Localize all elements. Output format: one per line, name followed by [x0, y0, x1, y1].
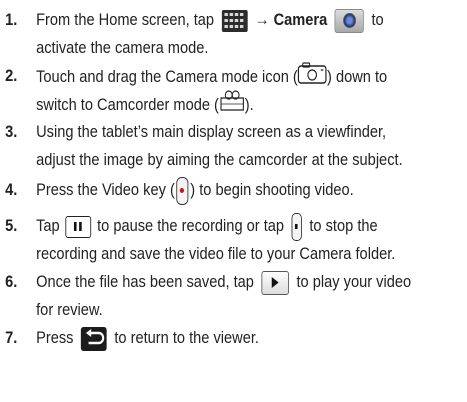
step-text: Press [36, 328, 74, 347]
pause-icon [65, 215, 92, 238]
step-number: 5. [5, 216, 18, 235]
step-text: Once the file has been saved, tap [36, 272, 254, 291]
play-icon [261, 270, 289, 295]
step-text: Press the Video key ( [36, 180, 175, 199]
step-text: activate the camera mode. [36, 38, 209, 57]
step-text: ). [244, 94, 254, 114]
camera-app-label: Camera [273, 10, 328, 29]
step-text: recording and save the video file to you… [36, 244, 396, 263]
apps-grid-icon [221, 9, 248, 32]
step-text: to stop the [309, 216, 378, 235]
step-text: to [371, 10, 384, 29]
arrow-glyph: → [254, 10, 270, 29]
step-text: ) to begin shooting video. [190, 180, 354, 199]
step-text: to pause the recording or tap [97, 216, 285, 235]
step-text: adjust the image by aiming the camcorder… [36, 150, 403, 169]
step-text: From the Home screen, tap [36, 10, 215, 29]
step-text: ) down to [327, 66, 388, 86]
step-text: to return to the viewer. [114, 328, 259, 347]
step-text: Touch and drag the Camera mode icon ( [36, 66, 298, 86]
video-key-icon [176, 176, 189, 205]
instruction-list: 1. From the Home screen, tap → Camera to… [0, 0, 467, 402]
step-number: 3. [5, 122, 18, 141]
step-text: switch to Camcorder mode ( [36, 94, 219, 114]
camera-mode-icon [298, 62, 327, 93]
step-number: 1. [5, 10, 18, 29]
step-text: Using the tablet’s main display screen a… [36, 122, 387, 141]
step-number: 7. [5, 328, 18, 347]
camera-app-icon [334, 8, 364, 33]
step-number: 4. [5, 180, 18, 199]
camcorder-mode-icon [219, 90, 245, 121]
back-icon [81, 326, 107, 351]
step-number: 6. [5, 272, 18, 291]
step-number: 2. [5, 66, 18, 85]
step-text: to play your video [296, 272, 412, 291]
step-text: for review. [36, 300, 103, 319]
stop-key-icon [291, 212, 302, 241]
step-text: Tap [36, 216, 60, 235]
